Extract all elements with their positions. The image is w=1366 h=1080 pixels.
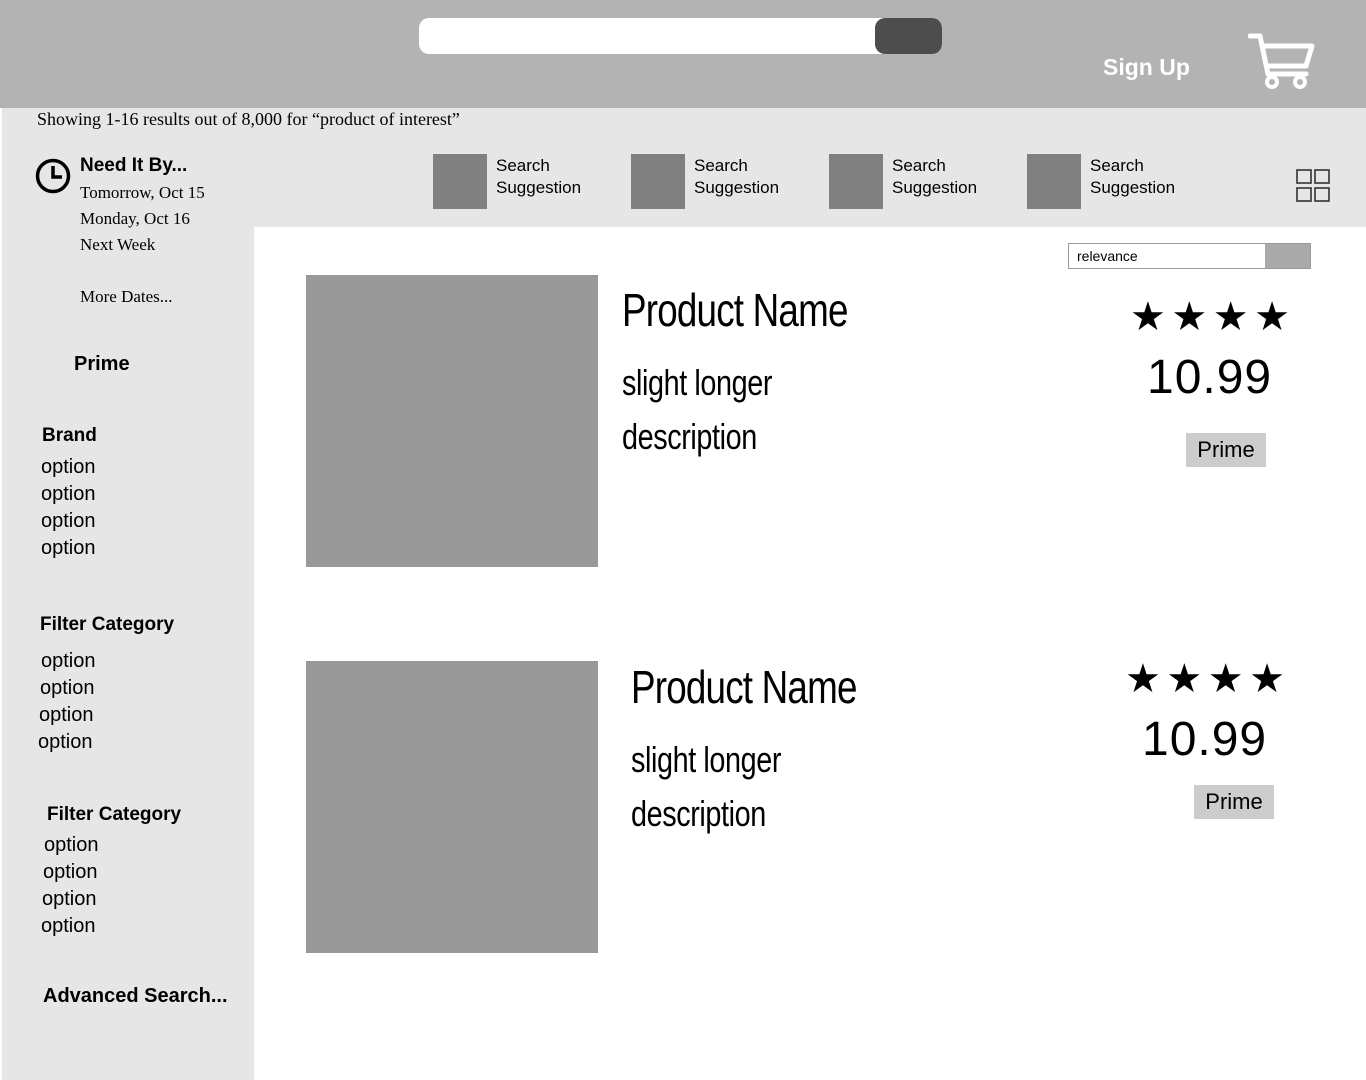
product-name[interactable]: Product Name xyxy=(622,283,848,337)
brand-option[interactable]: option xyxy=(41,483,96,506)
search-input[interactable] xyxy=(419,18,942,54)
suggestion-label: Search Suggestion xyxy=(694,156,780,197)
product-description: slight longer xyxy=(631,739,782,780)
suggestion-thumbnail xyxy=(433,154,487,209)
search-suggestion[interactable]: Search Suggestion xyxy=(829,154,1019,209)
more-dates-link[interactable]: More Dates... xyxy=(80,287,173,307)
product-image[interactable] xyxy=(306,275,598,567)
star-icon: ★ xyxy=(1130,295,1166,339)
search-suggestion[interactable]: Search Suggestion xyxy=(1027,154,1217,209)
brand-option[interactable]: option xyxy=(41,510,96,533)
results-count: Showing 1-16 results out of 8,000 for “p… xyxy=(37,109,460,129)
date-option[interactable]: Next Week xyxy=(80,235,155,255)
product-description: slight longer xyxy=(622,362,773,403)
suggestion-thumbnail xyxy=(631,154,685,209)
star-icon: ★ xyxy=(1166,657,1203,701)
filter-option[interactable]: option xyxy=(39,704,94,727)
brand-heading: Brand xyxy=(42,425,97,446)
filter-category-heading: Filter Category xyxy=(40,614,175,635)
filter-option[interactable]: option xyxy=(40,677,95,700)
star-icon: ★ xyxy=(1249,657,1285,701)
prime-filter[interactable]: Prime xyxy=(74,353,130,376)
star-icon: ★ xyxy=(1171,295,1208,339)
sort-value: relevance xyxy=(1077,248,1138,264)
clock-icon xyxy=(35,158,71,194)
search-suggestion[interactable]: Search Suggestion xyxy=(433,154,623,209)
prime-badge: Prime xyxy=(1186,433,1266,467)
product-price: 10.99 xyxy=(1147,351,1273,404)
search-suggestion[interactable]: Search Suggestion xyxy=(631,154,821,209)
product-image[interactable] xyxy=(306,661,598,953)
brand-option[interactable]: option xyxy=(41,537,96,560)
star-icon: ★ xyxy=(1212,295,1249,339)
product-description: description xyxy=(622,416,757,457)
filter-option[interactable]: option xyxy=(43,861,98,884)
star-icon: ★ xyxy=(1254,295,1290,339)
suggestion-thumbnail xyxy=(1027,154,1081,209)
filter-option[interactable]: option xyxy=(44,834,99,857)
need-it-by-heading: Need It By... xyxy=(80,155,188,176)
brand-option[interactable]: option xyxy=(41,456,96,479)
rating-stars: ★ ★ ★ ★ xyxy=(1130,295,1290,339)
filter-option[interactable]: option xyxy=(42,888,97,911)
date-option[interactable]: Monday, Oct 16 xyxy=(80,209,190,229)
suggestion-label: Search Suggestion xyxy=(1090,156,1176,197)
filter-option[interactable]: option xyxy=(41,915,96,938)
product-name[interactable]: Product Name xyxy=(631,660,857,714)
product-price: 10.99 xyxy=(1142,713,1268,766)
filter-option[interactable]: option xyxy=(41,650,96,673)
suggestion-thumbnail xyxy=(829,154,883,209)
filter-category-heading: Filter Category xyxy=(47,804,182,825)
star-icon: ★ xyxy=(1207,657,1244,701)
sign-up-link[interactable]: Sign Up xyxy=(1103,54,1190,81)
grid-view-icon[interactable] xyxy=(1296,169,1330,202)
filter-option[interactable]: option xyxy=(38,731,93,754)
rating-stars: ★ ★ ★ ★ xyxy=(1125,657,1285,701)
suggestion-label: Search Suggestion xyxy=(496,156,582,197)
product-description: description xyxy=(631,793,766,834)
sort-dropdown[interactable]: relevance xyxy=(1068,243,1311,269)
search-button[interactable] xyxy=(875,18,942,54)
advanced-search-link[interactable]: Advanced Search... xyxy=(43,985,228,1008)
star-icon: ★ xyxy=(1125,657,1161,701)
prime-badge: Prime xyxy=(1194,785,1274,819)
cart-icon[interactable] xyxy=(1248,30,1316,92)
sort-dropdown-button[interactable] xyxy=(1265,244,1310,268)
date-option[interactable]: Tomorrow, Oct 15 xyxy=(80,183,205,203)
suggestion-label: Search Suggestion xyxy=(892,156,978,197)
